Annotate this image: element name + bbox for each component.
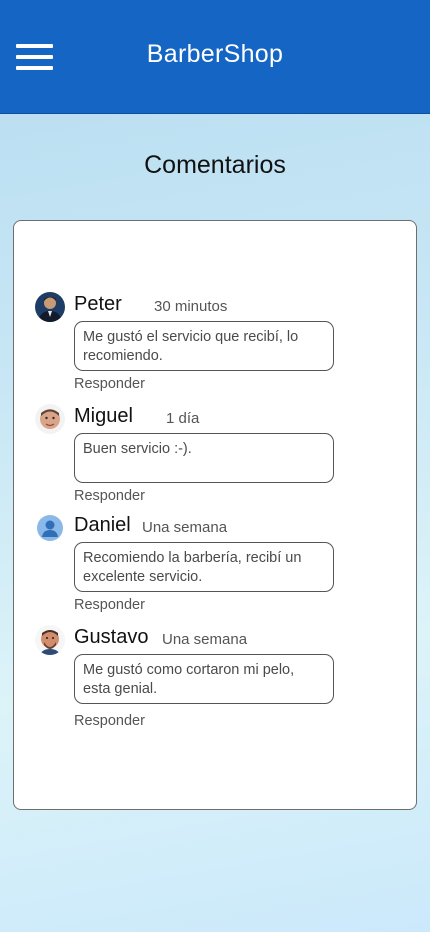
comment-time: 1 día xyxy=(166,410,200,427)
comment-time: 30 minutos xyxy=(154,298,228,315)
app-bar: BarberShop xyxy=(0,0,430,114)
page-title: Comentarios xyxy=(144,151,286,179)
comment-author: Miguel xyxy=(74,405,133,427)
comment-time: Una semana xyxy=(162,631,248,648)
comment-author: Gustavo xyxy=(74,626,149,648)
reply-link[interactable]: Responder xyxy=(74,376,145,392)
reply-link[interactable]: Responder xyxy=(74,713,145,729)
avatar xyxy=(35,625,65,655)
comment-text: Me gustó como cortaron mi pelo, esta gen… xyxy=(74,654,334,704)
comment-author: Peter xyxy=(74,293,122,315)
default-user-icon xyxy=(35,513,65,543)
avatar xyxy=(35,292,65,322)
comment-text: Me gustó el servicio que recibí, lo reco… xyxy=(74,321,334,371)
comment-text: Recomiendo la barbería, recibí un excele… xyxy=(74,542,334,592)
comments-card: Peter 30 minutos Me gustó el servicio qu… xyxy=(13,220,417,810)
comment-time: Una semana xyxy=(142,519,228,536)
comment-text: Buen servicio :-). xyxy=(74,433,334,483)
reply-link[interactable]: Responder xyxy=(74,597,145,613)
comment-author: Daniel xyxy=(74,514,131,536)
app-title: BarberShop xyxy=(146,40,284,68)
avatar xyxy=(35,404,65,434)
reply-link[interactable]: Responder xyxy=(74,488,145,504)
